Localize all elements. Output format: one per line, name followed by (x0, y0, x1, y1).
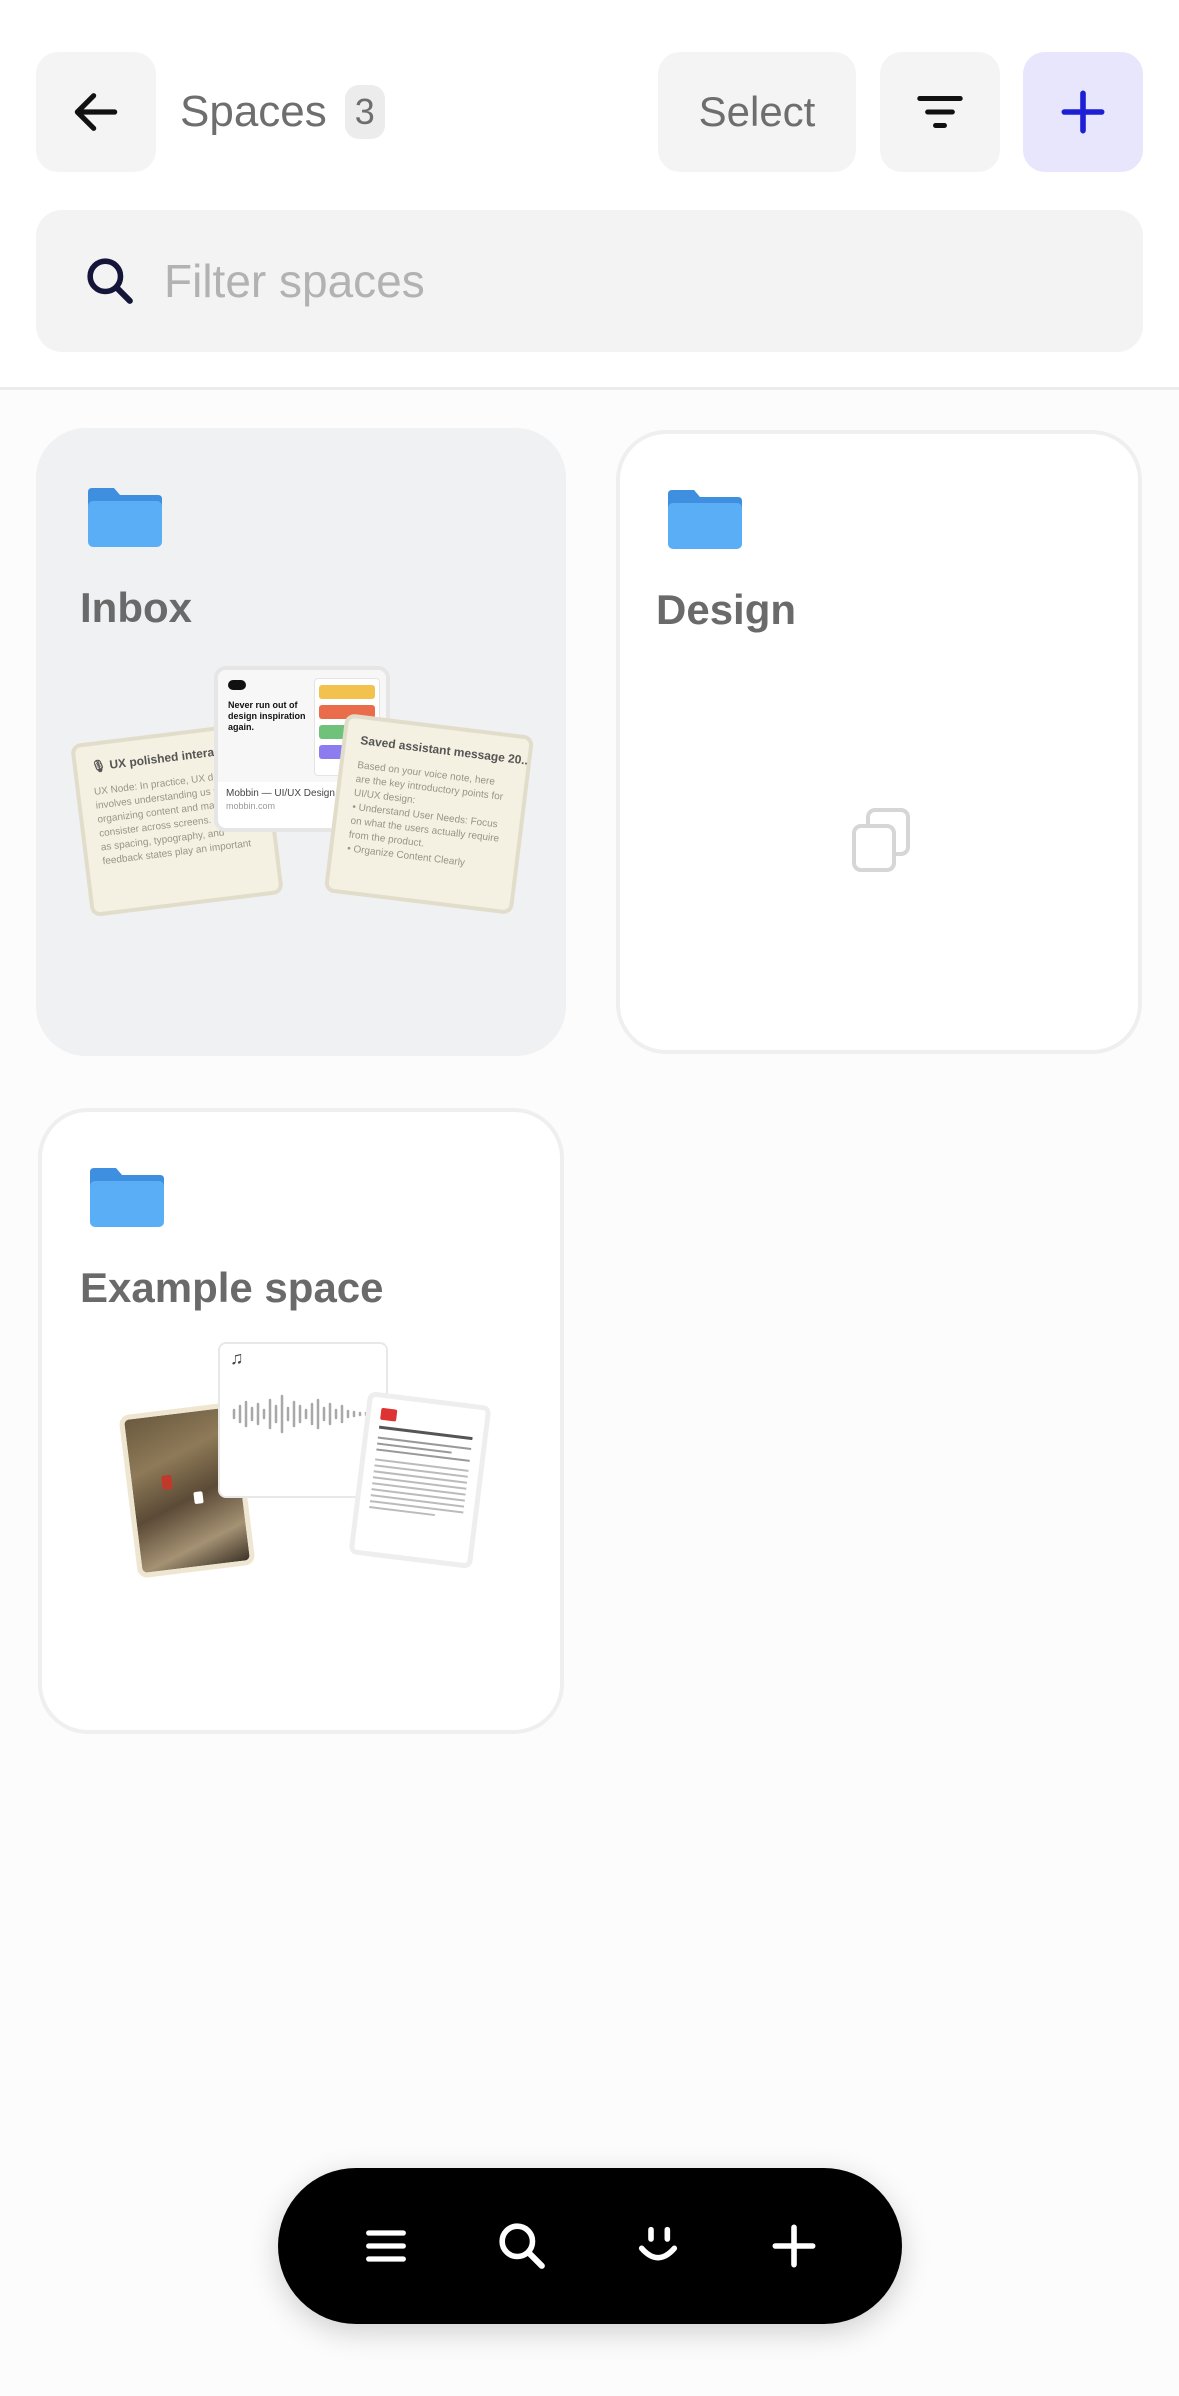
brand-logo (228, 680, 246, 690)
bottom-nav-bar (278, 2168, 902, 2324)
folder-icon (668, 490, 742, 549)
sort-filter-button[interactable] (880, 52, 1000, 172)
mic-icon: 🎙 (90, 758, 108, 775)
inbox-preview: 🎙 UX polished interactio UX Node: In pra… (40, 662, 562, 1042)
note-preview-right: Saved assistant message 20... Based on y… (323, 713, 535, 915)
folder-icon (90, 1168, 164, 1227)
plus-icon (772, 2224, 816, 2268)
space-title: Inbox (80, 584, 192, 631)
filter-icon (917, 96, 963, 128)
assistant-button[interactable] (608, 2196, 708, 2296)
document-thumbnail (348, 1391, 492, 1569)
title-group: Spaces 3 (180, 52, 385, 172)
space-card-inbox[interactable]: Inbox 🎙 UX polished interactio UX Node: … (36, 428, 566, 1056)
back-button[interactable] (36, 52, 156, 172)
copy-icon (852, 808, 910, 872)
pdf-icon (380, 1407, 398, 1422)
smile-icon (638, 2226, 678, 2261)
add-button[interactable] (744, 2196, 844, 2296)
space-title: Example space (80, 1264, 384, 1311)
select-button[interactable]: Select (658, 52, 856, 172)
space-card-example-space[interactable]: Example space ♫ (38, 1108, 564, 1734)
menu-button[interactable] (336, 2196, 436, 2296)
search-button[interactable] (472, 2196, 572, 2296)
note-title: Saved assistant message 20... (359, 733, 533, 769)
link-card-headline: Never run out of design inspiration agai… (228, 700, 306, 732)
space-card-design[interactable]: Design (616, 430, 1142, 1054)
arrow-left-icon (74, 93, 118, 131)
example-preview: ♫ (42, 1342, 560, 1722)
search-icon (87, 258, 133, 304)
search-bar[interactable] (36, 210, 1143, 352)
folder-icon (88, 488, 162, 547)
menu-icon (366, 2230, 406, 2262)
header: Spaces 3 Select (0, 0, 1179, 390)
search-icon (499, 2223, 545, 2269)
search-input[interactable] (162, 253, 1066, 309)
page-title: Spaces (180, 87, 327, 136)
add-space-button[interactable] (1023, 52, 1143, 172)
plus-icon (1061, 90, 1105, 134)
space-title: Design (656, 586, 797, 633)
waveform-icon (232, 1394, 368, 1434)
space-count-badge: 3 (344, 85, 385, 139)
music-note-icon: ♫ (230, 1348, 244, 1368)
